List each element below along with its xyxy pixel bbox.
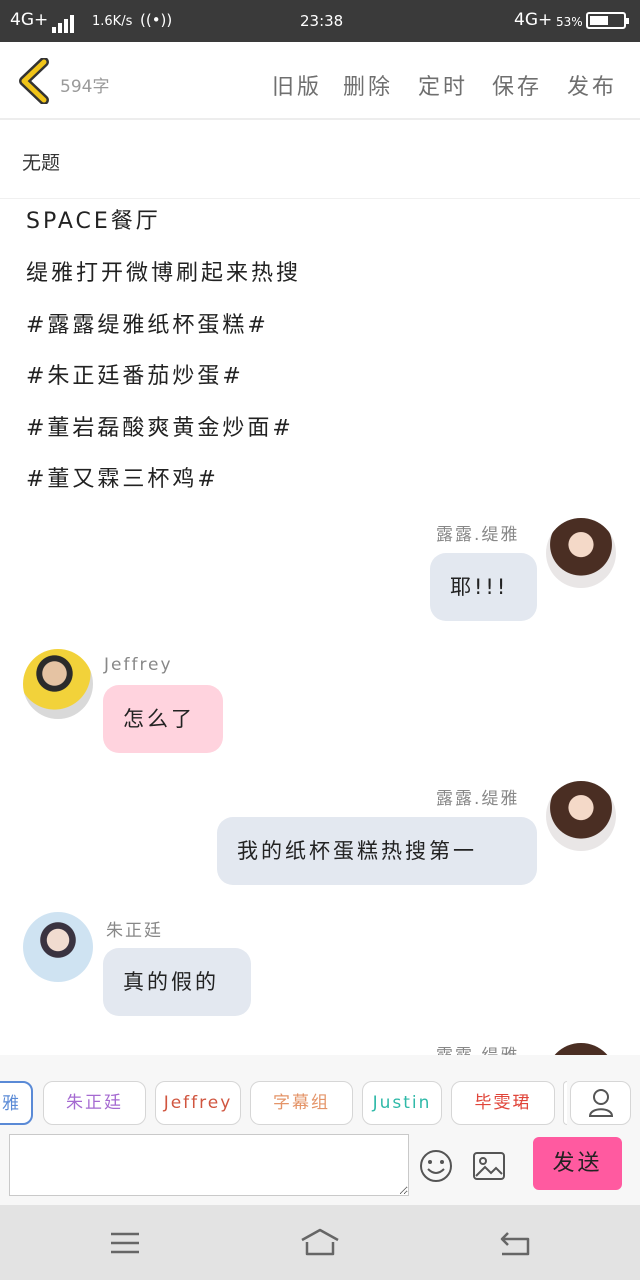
delete-button[interactable]: 删除 <box>343 69 393 101</box>
battery-percent: 53% <box>556 15 583 29</box>
role-chip[interactable]: Justin <box>362 1081 442 1125</box>
role-chip-partial <box>563 1081 567 1125</box>
status-bar: 4G+ 1.6K/s ((•)) 23:38 4G+ 53% <box>0 0 640 42</box>
chat-bubble: 我的纸杯蛋糕热搜第一 <box>217 817 537 885</box>
body-line: #董岩磊酸爽黄金炒面# <box>26 416 294 441</box>
chat-bubble: 怎么了 <box>103 685 223 753</box>
body-line: #董又霖三杯鸡# <box>26 467 219 492</box>
avatar[interactable] <box>546 518 616 588</box>
avatar[interactable] <box>23 912 93 982</box>
battery-icon <box>586 12 629 29</box>
body-line: #朱正廷番茄炒蛋# <box>26 364 244 389</box>
sender-name: 露露.缇雅 <box>436 525 520 545</box>
role-chip[interactable]: Jeffrey <box>155 1081 241 1125</box>
doc-title: 无题 <box>22 152 61 174</box>
role-chip[interactable]: 朱正廷 <box>43 1081 146 1125</box>
send-button[interactable]: 发送 <box>533 1137 622 1190</box>
user-icon <box>588 1089 613 1117</box>
title-field[interactable]: 无题 <box>0 120 640 199</box>
home-icon[interactable] <box>299 1227 341 1257</box>
message-input[interactable] <box>9 1134 409 1196</box>
role-chip[interactable]: 毕雯珺 <box>451 1081 555 1125</box>
back-icon[interactable] <box>14 58 54 104</box>
system-nav-bar <box>0 1205 640 1280</box>
menu-icon[interactable] <box>109 1231 141 1255</box>
body-line: SPACE餐厅 <box>26 209 161 234</box>
schedule-button[interactable]: 定时 <box>418 69 468 101</box>
signal-icon <box>52 14 76 33</box>
chat-bubble: 真的假的 <box>103 948 251 1016</box>
sender-name: 朱正廷 <box>106 921 163 941</box>
avatar[interactable] <box>23 649 93 719</box>
sender-name: 露露.缇雅 <box>436 789 520 809</box>
body-line: #露露缇雅纸杯蛋糕# <box>26 313 269 338</box>
save-button[interactable]: 保存 <box>492 69 542 101</box>
role-chip[interactable]: 字幕组 <box>250 1081 353 1125</box>
word-count: 594字 <box>60 77 110 97</box>
wifi-icon: ((•)) <box>140 11 173 29</box>
old-version-button[interactable]: 旧版 <box>272 69 322 101</box>
clock: 23:38 <box>300 12 344 30</box>
role-manager-button[interactable] <box>570 1081 631 1125</box>
image-icon[interactable] <box>472 1151 506 1181</box>
role-chip-selected[interactable]: 雅 <box>0 1081 33 1125</box>
sender-name: Jeffrey <box>104 655 173 675</box>
publish-button[interactable]: 发布 <box>567 69 617 101</box>
network-speed: 1.6K/s <box>92 14 133 29</box>
body-line: 缇雅打开微博刷起来热搜 <box>26 261 302 286</box>
emoji-icon[interactable] <box>419 1149 453 1183</box>
editor-toolbar: 594字 旧版 删除 定时 保存 发布 <box>0 42 640 120</box>
network-type-left: 4G+ <box>10 10 49 30</box>
chat-bubble: 耶!!! <box>430 553 537 621</box>
back-nav-icon[interactable] <box>498 1229 532 1257</box>
avatar[interactable] <box>546 781 616 851</box>
network-type-right: 4G+ <box>514 10 553 30</box>
